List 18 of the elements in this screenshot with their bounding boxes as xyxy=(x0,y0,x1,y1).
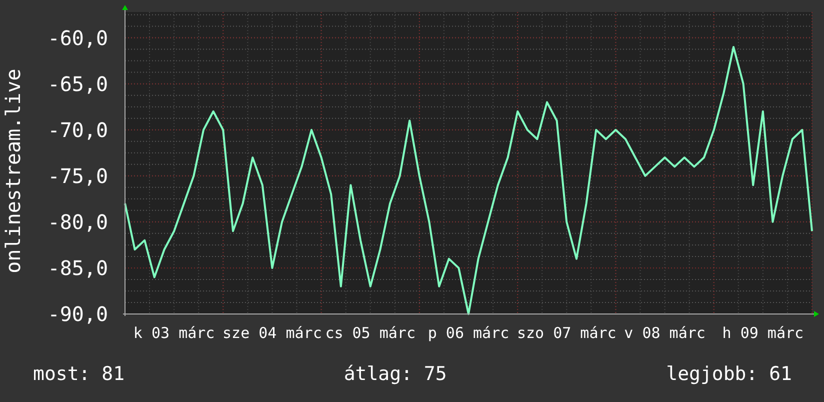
x-tick-label: szo 07 márc xyxy=(516,324,616,342)
y-tick-label: -60,0 xyxy=(48,26,108,50)
x-tick-label: cs 05 márc xyxy=(325,324,416,342)
y-tick-label: -85,0 xyxy=(48,256,108,280)
x-tick-label: k 03 márc xyxy=(133,324,215,342)
y-tick-label: -80,0 xyxy=(48,210,108,234)
y-tick-label: -70,0 xyxy=(48,118,108,142)
x-tick-label: p 06 márc xyxy=(428,324,510,342)
x-tick-label: sze 04 márc xyxy=(222,324,322,342)
y-axis-title: onlinestream.live xyxy=(1,68,25,274)
legend-stat: átlag: 75 xyxy=(344,362,447,387)
legend-stat: legjobb: 61 xyxy=(666,362,792,387)
x-tick-label: v 08 márc xyxy=(624,324,706,342)
y-tick-label: -90,0 xyxy=(48,302,108,326)
y-tick-label: -65,0 xyxy=(48,72,108,96)
legend-stat: most: 81 xyxy=(33,362,125,387)
x-tick-label: h 09 márc xyxy=(722,324,804,342)
y-tick-label: -75,0 xyxy=(48,164,108,188)
